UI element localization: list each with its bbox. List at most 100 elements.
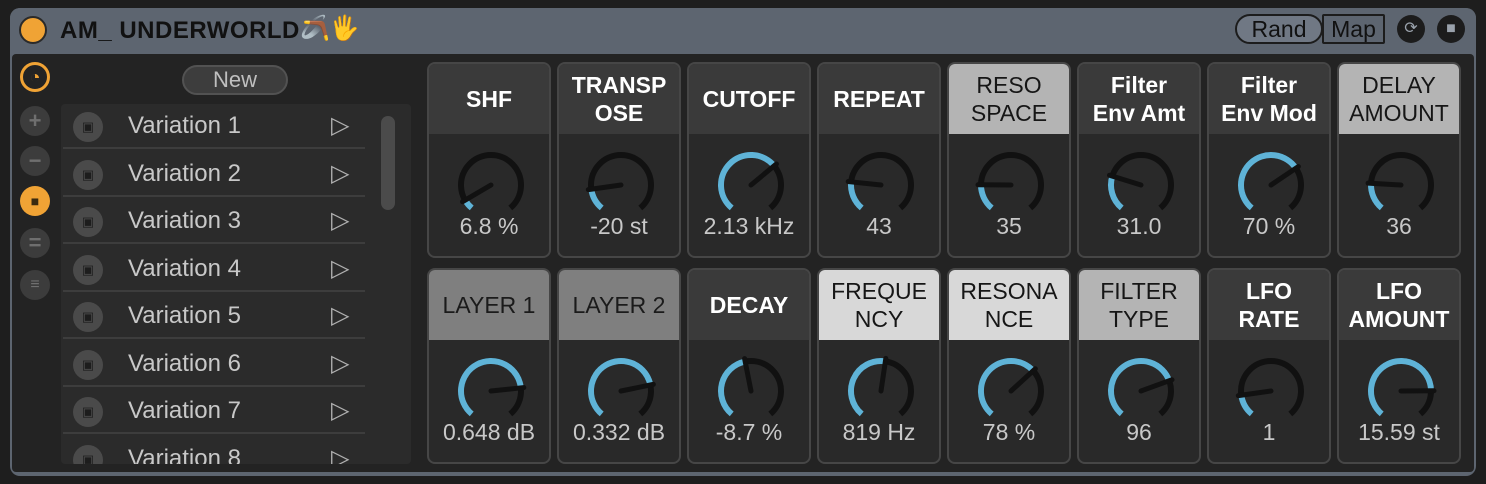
macro-label[interactable]: LFO AMOUNT xyxy=(1339,270,1459,340)
macro-label[interactable]: Filter Env Amt xyxy=(1079,64,1199,134)
macro-label[interactable]: LAYER 1 xyxy=(429,270,549,340)
macro-label[interactable]: REPEAT xyxy=(819,64,939,134)
macro-knob[interactable] xyxy=(1364,148,1438,222)
camera-icon[interactable]: ▣ xyxy=(73,159,103,190)
macro-value: 1 xyxy=(1262,419,1276,445)
macro-cell: DECAY -8.7 % xyxy=(687,268,811,464)
macro-knob[interactable] xyxy=(714,354,788,428)
macro-label[interactable]: DECAY xyxy=(689,270,809,340)
sync-icon[interactable]: ⟳ xyxy=(1397,15,1425,43)
macro-label[interactable]: FILTER TYPE xyxy=(1079,270,1199,340)
camera-icon[interactable]: ▣ xyxy=(73,302,103,332)
play-icon[interactable]: ▷ xyxy=(331,160,349,188)
variation-row[interactable]: ▣ Variation 5 ▷ xyxy=(63,294,365,339)
macro-knob[interactable] xyxy=(1234,148,1308,222)
camera-icon[interactable]: ▣ xyxy=(73,207,103,237)
play-icon[interactable]: ▷ xyxy=(331,445,349,465)
macro-knob[interactable] xyxy=(844,354,918,428)
camera-icon[interactable]: ▣ xyxy=(73,254,103,285)
macro-cell: LAYER 1 0.648 dB xyxy=(427,268,551,464)
variation-row[interactable]: ▣ Variation 4 ▷ xyxy=(63,247,365,292)
macro-knob[interactable] xyxy=(1364,354,1438,428)
new-variation-button[interactable]: New xyxy=(182,65,288,95)
macro-cell: LFO AMOUNT 15.59 st xyxy=(1337,268,1461,464)
list-icon[interactable]: ≡ xyxy=(20,270,50,300)
macro-cell: FILTER TYPE 96 xyxy=(1077,268,1201,464)
play-icon[interactable]: ▷ xyxy=(331,302,349,330)
macro-variations-icon[interactable]: ◔ xyxy=(20,62,50,92)
macro-value: 15.59 st xyxy=(1358,419,1440,445)
macro-value: 31.0 xyxy=(1116,213,1162,239)
variation-row[interactable]: ▣ Variation 8 ▷ xyxy=(63,437,365,465)
variation-row[interactable]: ▣ Variation 6 ▷ xyxy=(63,342,365,387)
variation-label: Variation 2 xyxy=(128,159,241,187)
remove-icon[interactable]: − xyxy=(20,146,50,176)
macro-knob[interactable] xyxy=(584,148,658,222)
device-title: AM_ UNDERWORLD xyxy=(60,17,300,44)
variation-row[interactable]: ▣ Variation 1 ▷ xyxy=(63,104,365,149)
macro-knob[interactable] xyxy=(1104,148,1178,222)
play-icon[interactable]: ▷ xyxy=(331,255,349,283)
macro-label[interactable]: LAYER 2 xyxy=(559,270,679,340)
macro-label[interactable]: DELAY AMOUNT xyxy=(1339,64,1459,134)
play-icon[interactable]: ▷ xyxy=(331,207,349,235)
macro-label[interactable]: RESO SPACE xyxy=(949,64,1069,134)
macro-label[interactable]: CUTOFF xyxy=(689,64,809,134)
variation-label: Variation 4 xyxy=(128,254,241,282)
macro-value: 6.8 % xyxy=(459,213,519,239)
rand-button[interactable]: Rand xyxy=(1235,14,1323,44)
macro-knob[interactable] xyxy=(1234,354,1308,428)
macro-knob[interactable] xyxy=(974,354,1048,428)
macro-label[interactable]: LFO RATE xyxy=(1209,270,1329,340)
camera-icon[interactable]: ▣ xyxy=(73,397,103,427)
camera-icon[interactable]: ▣ xyxy=(73,349,103,380)
macro-cell: RESONA NCE 78 % xyxy=(947,268,1071,464)
save-icon[interactable]: ■ xyxy=(1437,15,1465,43)
macro-value: 2.13 kHz xyxy=(703,213,795,239)
macro-label[interactable]: Filter Env Mod xyxy=(1209,64,1329,134)
device-title-bar: AM_ UNDERWORLD 🪃🖐 Rand Map ⟳ ■ xyxy=(10,8,1476,54)
play-icon[interactable]: ▷ xyxy=(331,350,349,378)
camera-icon[interactable]: ▣ xyxy=(73,112,103,142)
macro-cell: CUTOFF 2.13 kHz xyxy=(687,62,811,258)
macro-knob[interactable] xyxy=(454,148,528,222)
macro-label[interactable]: RESONA NCE xyxy=(949,270,1069,340)
play-icon[interactable]: ▷ xyxy=(331,112,349,140)
macro-knob[interactable] xyxy=(974,148,1048,222)
variation-label: Variation 3 xyxy=(128,207,241,234)
add-icon[interactable]: + xyxy=(20,106,50,136)
device-title-icons: 🪃🖐 xyxy=(300,15,360,42)
macro-cell: TRANSP OSE -20 st xyxy=(557,62,681,258)
variation-row[interactable]: ▣ Variation 2 ▷ xyxy=(63,152,365,197)
macro-value: 819 Hz xyxy=(842,419,916,445)
macro-value: 0.648 dB xyxy=(442,419,536,445)
device-panel: ◔ + − ■ = ≡ New ▣ Variation 1 ▷ ▣ Variation … xyxy=(12,54,1474,472)
device-power-button[interactable] xyxy=(19,16,47,44)
camera-icon[interactable]: ▣ xyxy=(73,444,103,464)
map-button[interactable]: Map xyxy=(1322,14,1385,44)
macro-label[interactable]: FREQUE NCY xyxy=(819,270,939,340)
macro-knob[interactable] xyxy=(714,148,788,222)
macro-cell: DELAY AMOUNT 36 xyxy=(1337,62,1461,258)
camera-icon[interactable]: ■ xyxy=(20,186,50,216)
variation-label: Variation 1 xyxy=(128,112,241,139)
macro-knob[interactable] xyxy=(454,354,528,428)
macro-value: 78 % xyxy=(982,419,1036,445)
macro-cell: RESO SPACE 35 xyxy=(947,62,1071,258)
macro-value: 43 xyxy=(866,213,892,239)
macro-value: 35 xyxy=(996,213,1022,239)
play-icon[interactable]: ▷ xyxy=(331,397,349,425)
macro-knob[interactable] xyxy=(584,354,658,428)
equal-icon[interactable]: = xyxy=(20,228,50,258)
variation-row[interactable]: ▣ Variation 3 ▷ xyxy=(63,199,365,244)
variation-label: Variation 5 xyxy=(128,302,241,329)
variation-row[interactable]: ▣ Variation 7 ▷ xyxy=(63,389,365,434)
macro-label[interactable]: SHF xyxy=(429,64,549,134)
macro-cell: LAYER 2 0.332 dB xyxy=(557,268,681,464)
macro-label[interactable]: TRANSP OSE xyxy=(559,64,679,134)
macro-knob[interactable] xyxy=(1104,354,1178,428)
macro-value: 36 xyxy=(1386,213,1412,239)
macro-knob[interactable] xyxy=(844,148,918,222)
macro-cell: LFO RATE 1 xyxy=(1207,268,1331,464)
variation-list-scrollbar[interactable] xyxy=(381,116,395,210)
